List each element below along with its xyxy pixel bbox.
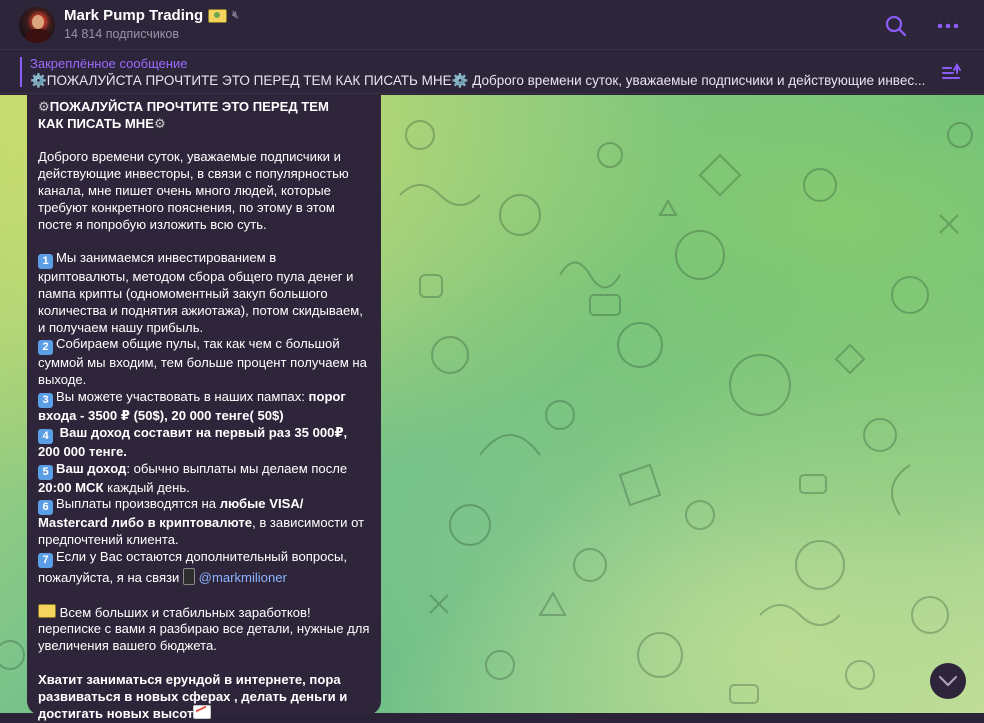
message-point-7: 7 Если у Вас остаются дополнительный вопр…	[38, 548, 348, 585]
subscriber-count: 14 814 подписчиков	[64, 27, 180, 41]
chart-up-icon	[193, 705, 212, 720]
more-icon[interactable]	[937, 15, 959, 37]
channel-title-row[interactable]: Mark Pump Trading 🔇︎	[64, 7, 239, 24]
mute-icon: 🔇︎	[232, 9, 240, 21]
channel-title: Mark Pump Trading	[64, 7, 204, 24]
message-point-1: 1 Мы занимаемся инвестированием в криптов…	[38, 250, 363, 335]
search-icon[interactable]	[885, 15, 907, 37]
message-wish: Всем больших и стабильных заработков! пе…	[38, 603, 370, 654]
phone-icon	[183, 567, 196, 585]
pinned-indicator	[20, 57, 22, 87]
pinned-label: Закреплённое сообщение	[30, 56, 188, 71]
pinned-list-icon[interactable]	[941, 62, 963, 82]
chevron-down-icon	[938, 675, 958, 687]
message-bubble[interactable]: ⚙ПОЖАЛУЙСТА ПРОЧТИТЕ ЭТО ПЕРЕД ТЕМ КАК П…	[27, 95, 381, 721]
gear-icon: ⚙	[153, 115, 166, 131]
money-icon	[208, 8, 228, 23]
contact-link[interactable]: @markmilioner	[199, 570, 287, 585]
channel-header[interactable]: Mark Pump Trading 🔇︎ 14 814 подписчиков	[0, 0, 984, 50]
message-point-4: 4 Ваш доход составит на первый раз 35 00…	[38, 424, 348, 459]
message-point-5: 5 Ваш доход: обычно выплаты мы делаем пос…	[38, 460, 348, 495]
message-point-2: 2 Собираем общие пулы, так как чем с боль…	[38, 336, 367, 388]
pinned-preview[interactable]: ⚙️ПОЖАЛУЙСТА ПРОЧТИТЕ ЭТО ПЕРЕД ТЕМ КАК …	[30, 73, 930, 89]
message-intro: Доброго времени суток, уважаемые подписч…	[38, 149, 349, 232]
message-closing: Хватит заниматься ерундой в интернете, п…	[38, 671, 348, 722]
avatar[interactable]	[19, 7, 55, 43]
message-heading: ⚙ПОЖАЛУЙСТА ПРОЧТИТЕ ЭТО ПЕРЕД ТЕМ КАК П…	[38, 99, 329, 131]
message-point-3: 3 Вы можете участвовать в наших пампах: п…	[38, 388, 346, 423]
scroll-down-button[interactable]	[930, 663, 966, 699]
gear-icon: ⚙	[38, 99, 50, 114]
message-point-6: 6 Выплаты производятся на любые VISA/ Mas…	[38, 496, 365, 548]
money-icon	[38, 603, 56, 618]
